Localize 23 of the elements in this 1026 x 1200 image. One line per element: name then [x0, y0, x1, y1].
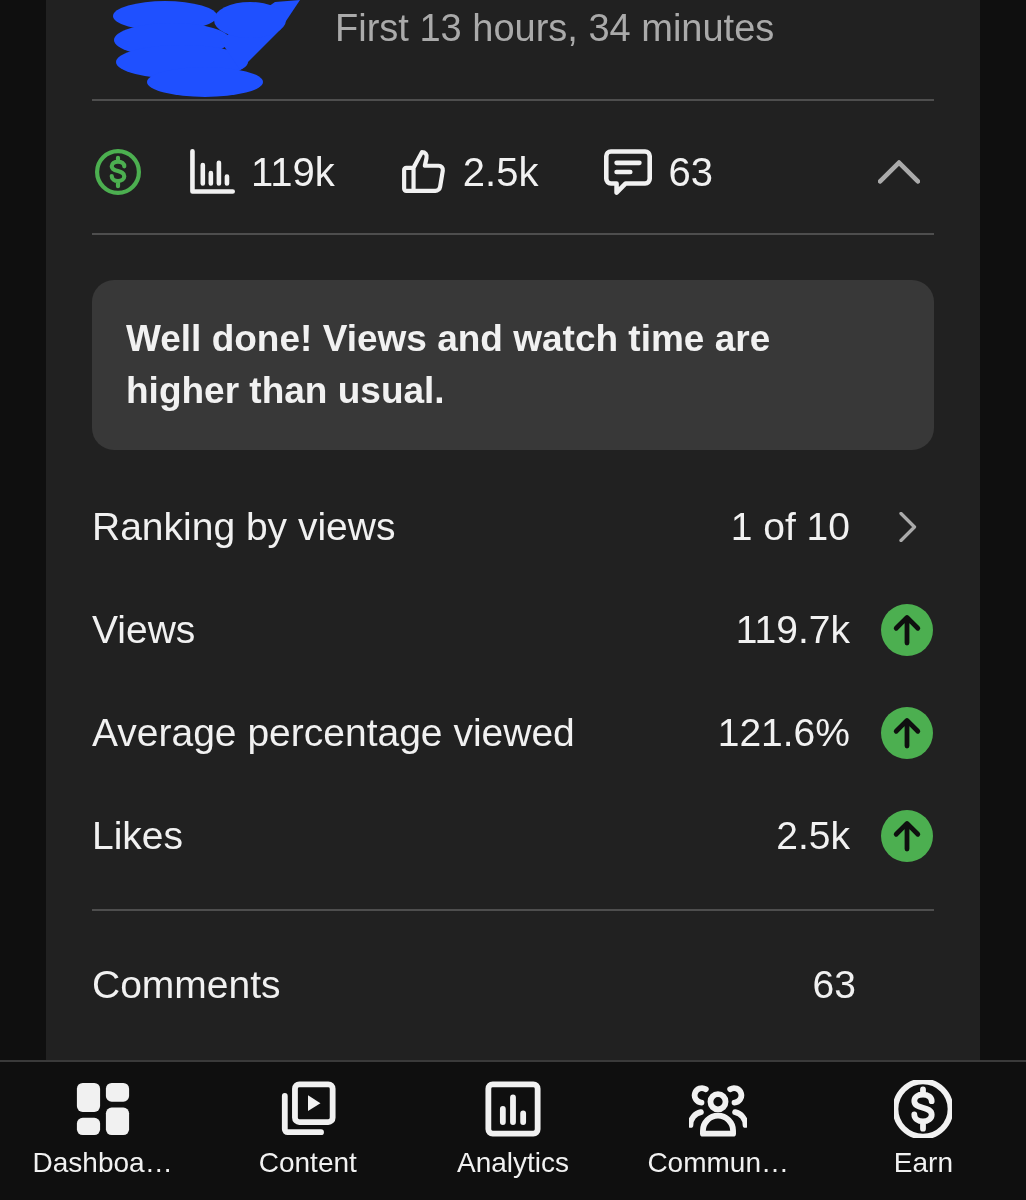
thumbs-up-icon — [400, 149, 447, 195]
comments-label: Comments — [92, 961, 282, 1008]
nav-tab[interactable]: Earn — [820, 1062, 1026, 1200]
bar-chart-icon — [189, 149, 235, 195]
performance-message: Well done! Views and watch time are higher than usual. — [92, 280, 934, 450]
comments-value: 63 — [812, 961, 856, 1008]
metric-label: Likes — [92, 812, 185, 859]
metric-label: Ranking by views — [92, 503, 397, 550]
nav-tab[interactable]: Analytics — [410, 1062, 616, 1200]
metric-value: 2.5k — [776, 812, 850, 859]
comment-icon — [604, 148, 653, 196]
nav-tab[interactable]: Content — [205, 1062, 411, 1200]
views-count: 119k — [251, 149, 335, 195]
metric-label: Average percentage viewed — [92, 709, 576, 756]
metric-label: Views — [92, 606, 197, 653]
time-range-text: First 13 hours, 34 minutes — [335, 6, 775, 50]
nav-tab[interactable]: Dashboa… — [0, 1062, 206, 1200]
metric-value: 1 of 10 — [730, 503, 850, 550]
metric-value: 121.6% — [717, 709, 850, 756]
likes-count: 2.5k — [462, 149, 539, 195]
comments-count: 63 — [668, 149, 713, 195]
nav-tab[interactable]: Commun… — [615, 1062, 821, 1200]
metric-value: 119.7k — [735, 606, 850, 653]
